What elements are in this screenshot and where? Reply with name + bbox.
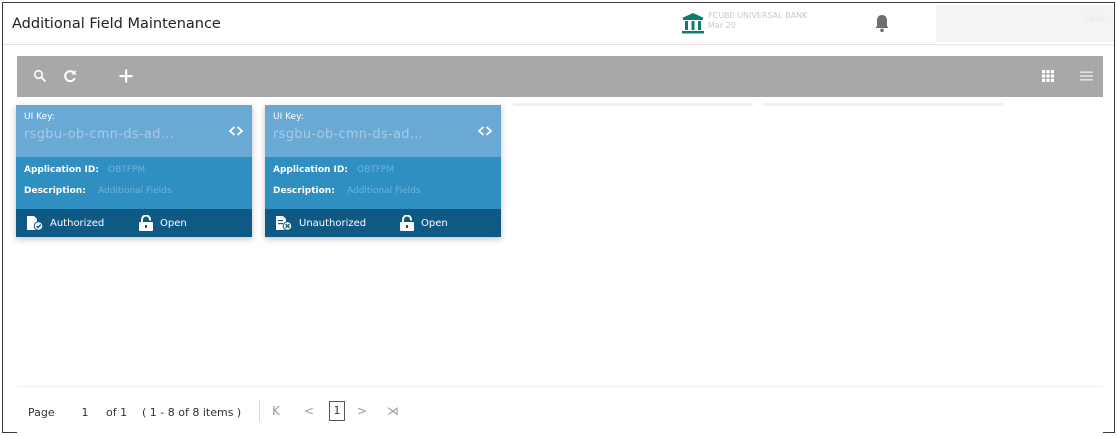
ghost-card — [763, 103, 1003, 106]
bank-name: FCUBE UNIVERSAL BANK — [708, 11, 808, 20]
pagination-bar: Page of 1 ( 1 - 8 of 8 items ) K < 1 > ⋊ — [17, 386, 1103, 433]
next-page-button[interactable]: > — [357, 404, 367, 418]
header-bar: Additional Field Maintenance FCUBE UNIVE… — [3, 3, 1114, 45]
first-page-button[interactable]: K — [272, 404, 280, 418]
description-label: Description: — [24, 186, 86, 196]
description-label: Description: — [273, 186, 335, 196]
record-card[interactable]: UI Key: rsgbu-ob-cmn-ds-ad... Applicatio… — [16, 105, 252, 237]
grid-view-icon — [1042, 70, 1054, 82]
auth-status: Authorized — [26, 215, 104, 231]
unauthorized-icon — [276, 216, 293, 231]
last-page-button[interactable]: ⋊ — [387, 404, 399, 418]
page-count-label: of 1 — [106, 406, 128, 419]
bank-date: Mar 20 — [708, 21, 736, 30]
appid-label: Application ID: — [273, 165, 348, 175]
list-view-button[interactable] — [1075, 65, 1097, 87]
unlock-icon — [400, 215, 414, 231]
unlock-icon — [139, 215, 153, 231]
card-header: UI Key: rsgbu-ob-cmn-ds-ad... — [16, 105, 252, 157]
card-footer: Unauthorized Open — [265, 209, 501, 237]
add-button[interactable] — [115, 65, 137, 87]
page-label: Page — [28, 406, 55, 419]
uikey-label: UI Key: — [273, 112, 304, 122]
lock-status-text: Open — [160, 217, 187, 229]
swap-icon[interactable] — [477, 124, 493, 138]
description-value: Additional Fields — [98, 186, 172, 196]
swap-icon[interactable] — [228, 124, 244, 138]
lock-status: Open — [138, 215, 187, 231]
auth-status-text: Authorized — [50, 217, 105, 229]
record-card[interactable]: UI Key: rsgbu-ob-cmn-ds-ad... Applicatio… — [265, 105, 501, 237]
uikey-label: UI Key: — [24, 112, 55, 122]
appid-value: OBTFPM — [357, 165, 395, 175]
current-page-button[interactable]: 1 — [329, 401, 345, 421]
search-icon — [33, 69, 47, 83]
card-body: Application ID: OBTFPM Description: Addi… — [16, 157, 252, 209]
page-title: Additional Field Maintenance — [12, 16, 221, 32]
items-count: ( 1 - 8 of 8 items ) — [142, 406, 242, 419]
plus-icon — [119, 69, 133, 83]
bell-icon[interactable] — [874, 13, 890, 33]
refresh-icon — [64, 70, 76, 83]
description-value: Additional Fields — [347, 186, 421, 196]
card-header: UI Key: rsgbu-ob-cmn-ds-ad... — [265, 105, 501, 157]
uikey-value: rsgbu-ob-cmn-ds-ad... — [273, 127, 424, 142]
auth-status: Unauthorized — [275, 215, 366, 231]
card-body: Application ID: OBTFPM Description: Addi… — [265, 157, 501, 209]
ghost-card — [513, 103, 753, 106]
authorized-icon — [27, 216, 44, 231]
user-name: SAVE — [1082, 15, 1106, 25]
search-button[interactable] — [29, 65, 51, 87]
list-view-icon — [1079, 71, 1093, 81]
card-footer: Authorized Open — [16, 209, 252, 237]
refresh-button[interactable] — [59, 65, 81, 87]
toolbar — [17, 56, 1103, 97]
uikey-value: rsgbu-ob-cmn-ds-ad... — [24, 127, 175, 142]
user-menu[interactable]: SAVE — [936, 5, 1114, 42]
appid-value: OBTFPM — [108, 165, 146, 175]
auth-status-text: Unauthorized — [299, 217, 367, 229]
lock-status: Open — [399, 215, 448, 231]
grid-view-button[interactable] — [1037, 65, 1059, 87]
bank-info: FCUBE UNIVERSAL BANK Mar 20 — [708, 11, 868, 31]
page-number-input[interactable] — [74, 403, 96, 422]
lock-status-text: Open — [421, 217, 448, 229]
appid-label: Application ID: — [24, 165, 99, 175]
app-window: Additional Field Maintenance FCUBE UNIVE… — [2, 2, 1115, 433]
bank-icon — [682, 13, 704, 34]
prev-page-button[interactable]: < — [304, 404, 314, 418]
divider — [259, 400, 260, 422]
